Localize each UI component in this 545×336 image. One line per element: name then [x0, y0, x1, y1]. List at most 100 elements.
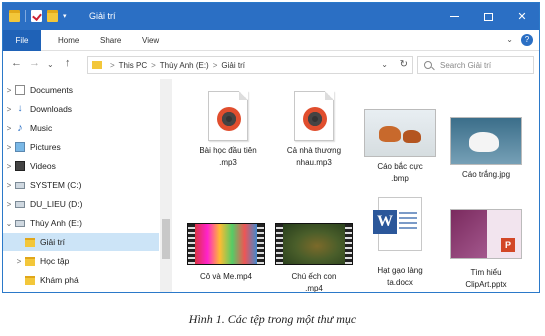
window-controls: ✕	[437, 3, 539, 30]
new-folder-icon[interactable]	[47, 10, 58, 22]
expand-chevron-icon[interactable]: >	[3, 181, 15, 190]
sidebar-item-label: Documents	[30, 85, 73, 95]
figure-caption: Hình 1. Các tệp trong một thư mục	[188, 312, 357, 326]
sidebar-item-music[interactable]: > ♪ Music	[3, 119, 159, 137]
music-disc-icon	[303, 107, 327, 131]
expand-chevron-icon[interactable]: >	[3, 86, 15, 95]
search-icon	[424, 61, 432, 69]
file-item-ca-nha-thuong-nhau[interactable]: Cả nhà thương nhau.mp3	[271, 91, 357, 169]
sidebar-item-videos[interactable]: > Videos	[3, 157, 159, 175]
back-button[interactable]: ←	[11, 57, 22, 69]
file-name: Hạt gạo làng ta.docx	[377, 266, 423, 287]
forward-button[interactable]: →	[29, 57, 40, 69]
file-item-tim-hieu-clipart[interactable]: P Tìm hiểu ClipArt.pptx	[443, 209, 529, 291]
sidebar-item-label: SYSTEM (C:)	[30, 180, 82, 190]
sidebar-item-system-c[interactable]: > SYSTEM (C:)	[3, 176, 159, 194]
tab-file[interactable]: File	[3, 30, 41, 51]
address-dropdown-chevron-icon[interactable]: ⌄	[381, 60, 388, 69]
expand-chevron-icon[interactable]: >	[3, 162, 15, 171]
file-name: Cáo trắng.jpg	[461, 170, 511, 179]
file-name: Cả nhà thương nhau.mp3	[286, 146, 342, 167]
properties-icon[interactable]	[31, 10, 42, 22]
collapse-chevron-icon[interactable]: ⌄	[3, 219, 15, 228]
explorer-window: ▾ Giải trí ✕ File Home Share View ⌄ ? ← …	[2, 2, 540, 293]
file-name: Cáo bắc cực .bmp	[377, 162, 423, 183]
file-name: Chú ếch con .mp4	[291, 272, 337, 293]
file-item-bai-hoc-dau-tien[interactable]: Bài học đầu tiên .mp3	[185, 91, 271, 169]
file-item-chu-ech-con[interactable]: Chú ếch con .mp4	[271, 223, 357, 293]
drive-icon	[15, 181, 25, 189]
nav-scrollbar[interactable]	[160, 79, 172, 292]
minimize-button[interactable]	[437, 3, 471, 30]
sidebar-item-giai-tri[interactable]: Giải trí	[3, 233, 159, 251]
sidebar-item-documents[interactable]: > Documents	[3, 81, 159, 99]
maximize-icon	[483, 12, 493, 21]
file-name: Bài học đầu tiên .mp3	[199, 146, 257, 167]
up-button[interactable]: ↑	[65, 57, 71, 69]
minimize-icon	[449, 16, 459, 17]
scrollbar-thumb[interactable]	[162, 219, 170, 259]
expand-chevron-icon[interactable]: >	[13, 257, 25, 266]
breadcrumb-separator: >	[110, 60, 115, 70]
tab-view[interactable]: View	[142, 30, 159, 51]
folder-icon	[9, 10, 20, 22]
customize-toolbar-chevron-icon[interactable]: ▾	[63, 12, 67, 20]
drive-icon	[15, 219, 25, 227]
expand-chevron-icon[interactable]: >	[3, 143, 15, 152]
music-icon: ♪	[17, 122, 23, 134]
breadcrumb-separator: >	[212, 60, 218, 70]
sidebar-item-du-lieu-d[interactable]: > DU_LIEU (D:)	[3, 195, 159, 213]
downloads-icon: ↓	[15, 104, 25, 114]
search-input[interactable]: Search Giải trí	[417, 56, 534, 74]
word-document-icon: W	[373, 197, 422, 251]
breadcrumb-this-pc[interactable]: This PC	[119, 61, 147, 70]
help-icon[interactable]: ?	[521, 34, 533, 46]
expand-chevron-icon[interactable]: >	[3, 105, 15, 114]
address-bar[interactable]: > This PC > Thùy Anh (E:) > Giải trí ⌄ ↻	[87, 56, 413, 74]
expand-ribbon-chevron-icon[interactable]: ⌄	[506, 35, 513, 44]
videos-icon	[15, 161, 25, 171]
presentation-thumbnail: P	[450, 209, 522, 259]
sidebar-item-label: Giải trí	[40, 237, 66, 247]
music-disc-icon	[217, 107, 241, 131]
recent-locations-chevron-icon[interactable]: ⌄	[47, 60, 54, 69]
tab-home[interactable]: Home	[58, 30, 79, 51]
ribbon-tabs: File Home Share View ⌄ ?	[3, 30, 539, 51]
breadcrumb-separator: >	[151, 60, 156, 70]
sidebar-item-thuy-anh-e[interactable]: ⌄ Thùy Anh (E:)	[3, 214, 159, 232]
sidebar-item-kham-pha[interactable]: Khám phá	[3, 271, 159, 289]
refresh-icon[interactable]: ↻	[400, 59, 408, 70]
audio-file-icon	[208, 91, 248, 141]
breadcrumb-drive-e[interactable]: Thùy Anh (E:)	[160, 61, 209, 70]
folder-icon	[25, 256, 35, 266]
sidebar-item-hoc-tap[interactable]: > Học tập	[3, 252, 159, 270]
close-button[interactable]: ✕	[505, 3, 539, 30]
sidebar-item-pictures[interactable]: > Pictures	[3, 138, 159, 156]
file-name: Tìm hiểu ClipArt.pptx	[465, 268, 507, 289]
documents-icon	[15, 85, 25, 95]
file-item-cao-trang[interactable]: Cáo trắng.jpg	[443, 117, 529, 181]
drive-icon	[15, 200, 25, 208]
sidebar-item-label: Downloads	[30, 104, 73, 114]
search-placeholder: Search Giải trí	[440, 60, 492, 70]
folder-icon	[25, 237, 35, 247]
sidebar-item-downloads[interactable]: > ↓ Downloads	[3, 100, 159, 118]
expand-chevron-icon[interactable]: >	[3, 124, 15, 133]
maximize-button[interactable]	[471, 3, 505, 30]
navigation-pane: > Documents > ↓ Downloads > ♪ Music > Pi…	[3, 79, 173, 292]
image-thumbnail	[450, 117, 522, 165]
sidebar-item-label: Music	[30, 123, 53, 133]
video-thumbnail	[275, 223, 353, 265]
file-item-hat-gao-lang-ta[interactable]: W Hạt gạo làng ta.docx	[357, 197, 443, 289]
file-item-co-va-me[interactable]: Cô và Me.mp4	[183, 223, 269, 283]
expand-chevron-icon[interactable]: >	[3, 200, 15, 209]
tab-share[interactable]: Share	[100, 30, 121, 51]
sidebar-item-label: Học tập	[40, 256, 70, 266]
image-thumbnail	[364, 109, 436, 157]
folder-icon	[92, 61, 102, 69]
sidebar-item-label: DU_LIEU (D:)	[30, 199, 83, 209]
breadcrumb-giai-tri[interactable]: Giải trí	[221, 61, 245, 70]
sidebar-item-label: Thùy Anh (E:)	[30, 218, 82, 228]
toolbar-divider	[25, 10, 26, 22]
file-item-cao-bac-cuc[interactable]: Cáo bắc cực .bmp	[357, 109, 443, 185]
